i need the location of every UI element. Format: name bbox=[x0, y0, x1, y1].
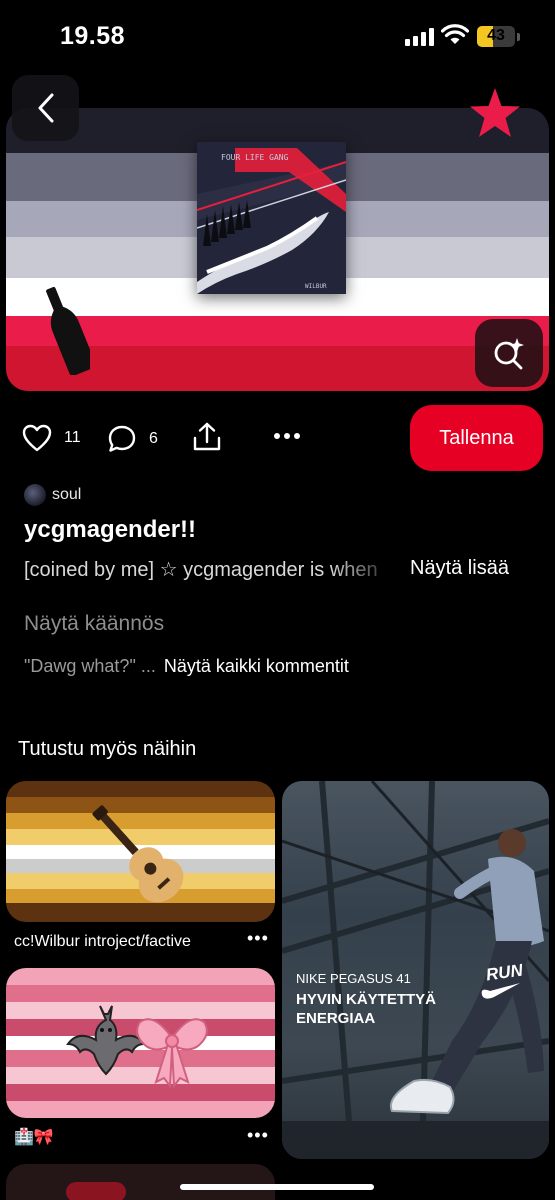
ad-product-name: NIKE PEGASUS 41 bbox=[296, 971, 411, 986]
ad-headline-line2: ENERGIAA bbox=[296, 1010, 376, 1027]
pin-card[interactable] bbox=[6, 1164, 275, 1200]
battery-icon: 43 bbox=[477, 26, 515, 47]
pin-card[interactable] bbox=[6, 781, 275, 922]
author-name: soul bbox=[52, 486, 82, 503]
more-dots-icon[interactable]: ••• bbox=[247, 928, 269, 949]
bottle-icon bbox=[46, 287, 90, 375]
pin-card-caption: 🏥🎀 bbox=[14, 1129, 54, 1146]
chevron-left-icon bbox=[38, 93, 53, 123]
wifi-icon bbox=[441, 24, 469, 44]
all-comments-link[interactable]: Näytä kaikki kommentit bbox=[164, 656, 349, 676]
album-text-bottom: WILBUR bbox=[305, 283, 327, 290]
pin-title: ycgmagender!! bbox=[24, 516, 197, 543]
visual-search-button[interactable] bbox=[475, 319, 543, 387]
share-icon bbox=[193, 422, 221, 451]
like-count: 11 bbox=[64, 429, 81, 446]
guitar-icon bbox=[92, 805, 184, 903]
bow-icon bbox=[136, 1018, 208, 1088]
status-bar: 19.58 43 bbox=[0, 0, 555, 72]
comment-preview: "Dawg what?" ... bbox=[24, 656, 156, 676]
home-indicator[interactable] bbox=[180, 1184, 374, 1190]
signal-icon bbox=[405, 28, 435, 46]
back-button[interactable] bbox=[12, 75, 79, 141]
lens-sparkle-icon bbox=[494, 338, 524, 370]
more-options-button[interactable] bbox=[273, 432, 301, 440]
ad-headline-line1: HYVIN KÄYTETTYÄ bbox=[296, 991, 437, 1008]
ad-card[interactable]: NIKE PEGASUS 41 HYVIN KÄYTETTYÄ ENERGIAA… bbox=[282, 781, 549, 1159]
status-time: 19.58 bbox=[60, 22, 126, 50]
action-bar: 11 6 Tallenna bbox=[0, 405, 555, 471]
album-text-top: FOUR LIFE GANG bbox=[221, 153, 289, 162]
comment-icon bbox=[108, 425, 136, 452]
more-dots-icon bbox=[274, 433, 300, 439]
avatar bbox=[24, 484, 46, 506]
author-link[interactable]: soul bbox=[24, 484, 81, 506]
comment-count: 6 bbox=[149, 430, 158, 447]
share-button[interactable] bbox=[191, 421, 223, 453]
comment-preview-row[interactable]: "Dawg what?" ... Näytä kaikki kommentit bbox=[24, 656, 349, 677]
battery-level: 43 bbox=[487, 27, 505, 44]
heart-icon bbox=[22, 424, 52, 452]
save-button[interactable]: Tallenna bbox=[410, 405, 543, 471]
section-title: Tutustu myös näihin bbox=[18, 738, 197, 760]
comment-button[interactable]: 6 bbox=[107, 424, 158, 454]
more-dots-icon[interactable]: ••• bbox=[247, 1125, 269, 1146]
translate-link[interactable]: Näytä käännös bbox=[24, 612, 164, 636]
pin-card[interactable] bbox=[6, 968, 275, 1118]
show-more-link[interactable]: Näytä lisää bbox=[410, 557, 509, 580]
star-icon bbox=[470, 88, 520, 137]
like-button[interactable]: 11 bbox=[22, 424, 81, 452]
album-cover-image: FOUR LIFE GANG WILBUR bbox=[197, 142, 346, 294]
pin-card-caption: cc!Wilbur introject/factive bbox=[14, 933, 191, 950]
nike-swoosh-icon bbox=[481, 983, 520, 999]
